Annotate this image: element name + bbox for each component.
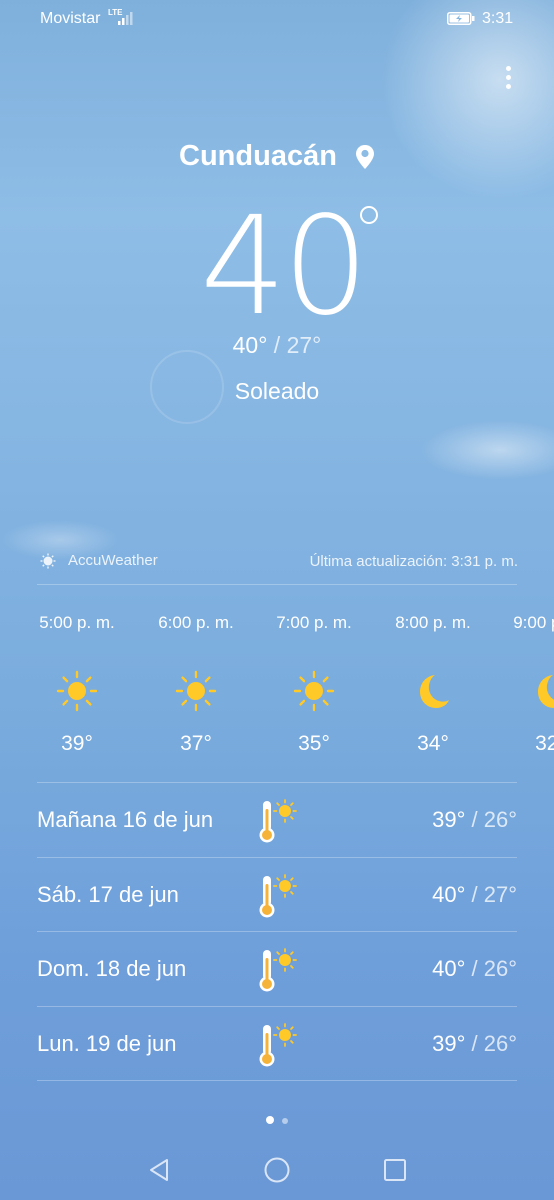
page-dot — [282, 1118, 288, 1124]
page-indicator[interactable] — [0, 1111, 554, 1129]
day-separator: / — [465, 882, 484, 907]
daily-row[interactable]: Mañana 16 de jun 39° / 26° — [37, 783, 517, 857]
hourly-item: 5:00 p. m. 39° — [22, 610, 132, 756]
day-temps: 39° / 26° — [432, 1031, 517, 1057]
day-high: 40° — [432, 956, 466, 981]
hourly-forecast[interactable]: 5:00 p. m. 39° 6:00 p. m. 37° 7:00 p. m.… — [0, 610, 554, 770]
hot-sun-thermometer-icon — [259, 948, 297, 992]
last-updated: Última actualización: 3:31 p. m. — [309, 553, 518, 570]
signal-icon — [118, 12, 133, 25]
carrier-name: Movistar — [40, 10, 101, 27]
hour-temp: 37° — [180, 732, 212, 755]
location-pin-icon — [355, 145, 374, 170]
data-source-row[interactable]: AccuWeather Última actualización: 3:31 p… — [40, 549, 518, 573]
status-bar: Movistar LTE 3:31 — [0, 0, 554, 38]
daily-row[interactable]: Sáb. 17 de jun 40° / 27° — [37, 858, 517, 932]
hourly-item: 7:00 p. m. 35° — [259, 610, 369, 756]
divider — [37, 584, 517, 585]
hot-sun-thermometer-icon — [259, 799, 297, 843]
location-header[interactable]: Cunduacán — [0, 140, 554, 173]
day-high: 39° — [432, 1031, 466, 1056]
home-icon[interactable] — [263, 1156, 291, 1184]
daily-row[interactable]: Dom. 18 de jun 40° / 26° — [37, 932, 517, 1006]
hour-time: 8:00 p. m. — [395, 613, 471, 632]
provider-name: AccuWeather — [68, 552, 158, 569]
day-temps: 39° / 26° — [432, 807, 517, 833]
current-temperature: 40 — [200, 188, 369, 346]
clock: 3:31 — [482, 10, 514, 27]
more-vertical-icon[interactable] — [496, 62, 520, 98]
day-separator: / — [465, 956, 484, 981]
hot-sun-thermometer-icon — [259, 1023, 297, 1067]
hour-time: 5:00 p. m. — [39, 613, 115, 632]
hot-sun-thermometer-icon — [259, 874, 297, 918]
daily-row[interactable]: Lun. 19 de jun 39° / 26° — [37, 1007, 517, 1081]
battery-charging-icon — [447, 12, 475, 25]
accuweather-sun-icon — [40, 553, 56, 569]
day-separator: / — [465, 1031, 484, 1056]
moon-icon — [420, 675, 449, 708]
day-label: Lun. 19 de jun — [37, 1031, 177, 1056]
day-low: 27° — [483, 882, 517, 907]
hourly-item: 9:00 p. m. 32° — [496, 610, 554, 756]
hour-temp: 35° — [298, 732, 330, 755]
divider — [37, 1080, 517, 1081]
day-separator: / — [465, 807, 484, 832]
hour-temp: 39° — [61, 732, 93, 755]
day-label: Mañana 16 de jun — [37, 807, 214, 832]
city-name: Cunduacán — [179, 140, 337, 172]
navigation-bar — [0, 1140, 554, 1200]
weather-condition: Soleado — [234, 378, 320, 404]
day-label: Sáb. 17 de jun — [37, 882, 179, 907]
day-label: Dom. 18 de jun — [37, 956, 187, 981]
today-low: 27° — [286, 332, 322, 358]
day-temps: 40° / 26° — [432, 956, 517, 982]
sun-icon — [293, 670, 335, 712]
degree-symbol — [360, 206, 378, 224]
hourly-item: 8:00 p. m. 34° — [378, 610, 488, 756]
recents-icon[interactable] — [381, 1156, 409, 1184]
hour-time: 7:00 p. m. — [276, 613, 352, 632]
hourly-item: 6:00 p. m. 37° — [141, 610, 251, 756]
day-high: 39° — [432, 807, 466, 832]
moon-icon — [538, 675, 554, 708]
day-high: 40° — [432, 882, 466, 907]
hour-time: 6:00 p. m. — [158, 613, 234, 632]
sun-icon — [56, 670, 98, 712]
day-low: 26° — [483, 807, 517, 832]
day-low: 26° — [483, 1031, 517, 1056]
hour-temp: 34° — [417, 732, 449, 755]
sun-icon — [175, 670, 217, 712]
day-low: 26° — [483, 956, 517, 981]
today-high-low: 40° / 27° — [0, 332, 554, 359]
hour-temp: 32° — [535, 732, 554, 755]
back-icon[interactable] — [145, 1156, 173, 1184]
hour-time: 9:00 p. m. — [513, 613, 554, 632]
today-high: 40° — [232, 332, 268, 358]
page-dot-active — [266, 1116, 274, 1124]
day-temps: 40° / 27° — [432, 882, 517, 908]
range-separator: / — [267, 332, 287, 358]
